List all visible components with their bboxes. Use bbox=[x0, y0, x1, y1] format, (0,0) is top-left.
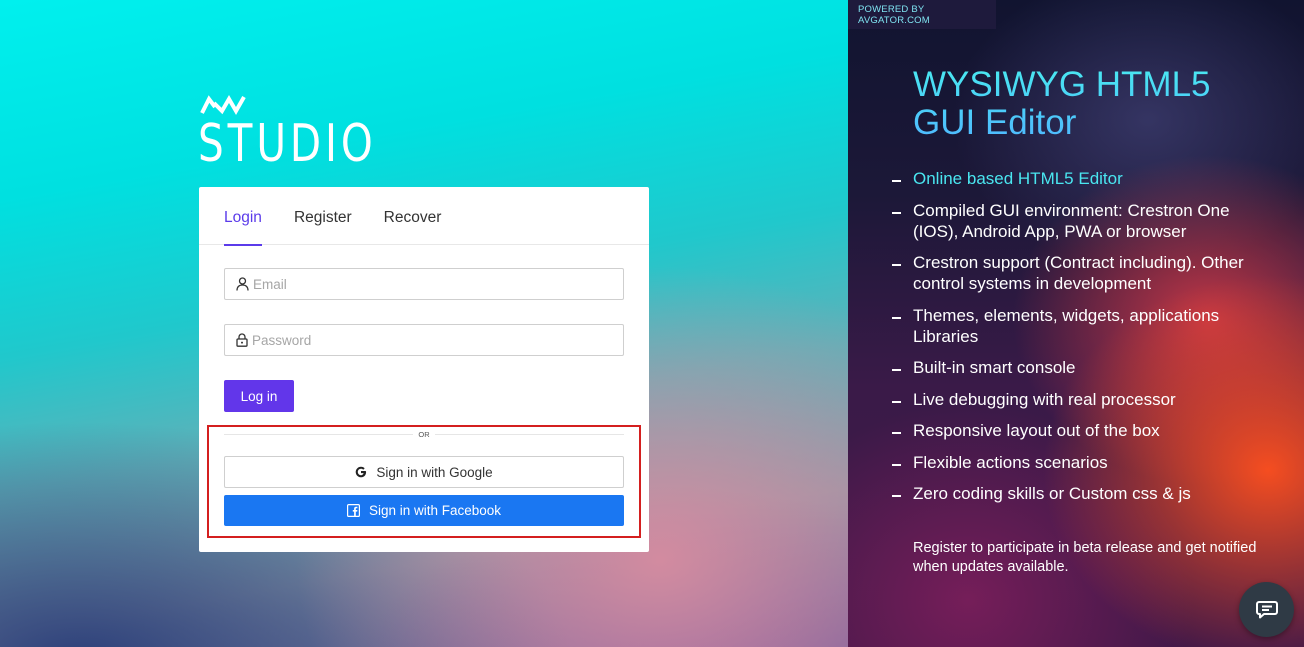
feature-item: Online based HTML5 Editor bbox=[892, 168, 1272, 189]
left-panel: STUDIO Login Register Recover Log in bbox=[0, 0, 848, 647]
dash-bullet bbox=[892, 264, 901, 266]
dash-bullet bbox=[892, 316, 901, 319]
promo-heading: WYSIWYG HTML5 GUI Editor bbox=[913, 66, 1273, 142]
dash-bullet bbox=[892, 369, 901, 371]
feature-item: Compiled GUI environment: Crestron One (… bbox=[892, 200, 1272, 242]
facebook-icon bbox=[346, 504, 360, 517]
feature-item: Responsive layout out of the box bbox=[892, 420, 1272, 441]
or-label: OR bbox=[413, 430, 435, 439]
feature-item: Flexible actions scenarios bbox=[892, 452, 1272, 473]
logo-text: STUDIO bbox=[198, 114, 377, 174]
dash-bullet bbox=[892, 463, 901, 466]
dash-bullet bbox=[892, 211, 901, 214]
auth-tabs: Login Register Recover bbox=[199, 187, 649, 246]
facebook-signin-button[interactable]: Sign in with Facebook bbox=[224, 495, 624, 526]
feature-item: Built-in smart console bbox=[892, 357, 1272, 378]
av-logo-icon bbox=[200, 95, 246, 115]
tab-login[interactable]: Login bbox=[224, 187, 262, 246]
feature-item: Themes, elements, widgets, applications … bbox=[892, 305, 1272, 347]
tab-register[interactable]: Register bbox=[294, 187, 352, 245]
studio-logo: STUDIO bbox=[198, 95, 373, 173]
user-icon bbox=[236, 277, 249, 291]
google-signin-button[interactable]: Sign in with Google bbox=[224, 456, 624, 488]
google-signin-label: Sign in with Google bbox=[376, 464, 493, 480]
password-field-wrapper bbox=[224, 324, 624, 356]
tab-recover[interactable]: Recover bbox=[384, 187, 442, 245]
email-field-wrapper bbox=[224, 268, 624, 300]
login-card: Login Register Recover Log in OR bbox=[199, 187, 649, 552]
password-input[interactable] bbox=[252, 332, 612, 348]
dash-bullet bbox=[892, 495, 901, 497]
powered-by-link[interactable]: POWERED BY AVGATOR.COM bbox=[848, 0, 996, 29]
dash-bullet bbox=[892, 432, 901, 434]
feature-item: Live debugging with real processor bbox=[892, 389, 1272, 410]
dash-bullet bbox=[892, 180, 901, 182]
facebook-signin-label: Sign in with Facebook bbox=[368, 503, 502, 518]
register-note: Register to participate in beta release … bbox=[913, 540, 1257, 575]
feature-item: Zero coding skills or Custom css & js bbox=[892, 483, 1272, 504]
feature-list: Online based HTML5 Editor Compiled GUI e… bbox=[892, 168, 1272, 515]
login-button[interactable]: Log in bbox=[224, 380, 294, 412]
email-input[interactable] bbox=[253, 276, 613, 292]
google-icon bbox=[355, 466, 367, 478]
chat-icon bbox=[1255, 600, 1278, 618]
chat-button[interactable] bbox=[1239, 582, 1294, 637]
lock-icon bbox=[236, 333, 248, 347]
dash-bullet bbox=[892, 400, 901, 403]
feature-item: Crestron support (Contract including). O… bbox=[892, 252, 1272, 294]
right-panel: POWERED BY AVGATOR.COM WYSIWYG HTML5 GUI… bbox=[848, 0, 1304, 647]
